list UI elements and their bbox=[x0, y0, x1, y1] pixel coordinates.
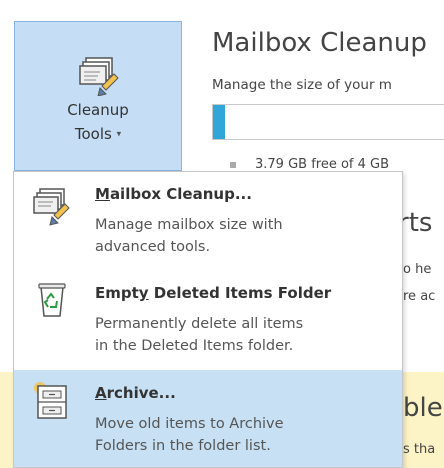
background-text-fragment: o he bbox=[403, 262, 432, 277]
quota-legend-marker bbox=[230, 162, 236, 168]
archive-cabinet-icon bbox=[34, 382, 67, 419]
cleanup-tools-label: Cleanup bbox=[67, 101, 129, 119]
chevron-down-icon: ▾ bbox=[116, 129, 122, 140]
mailbox-cleanup-description: Manage the size of your m bbox=[212, 77, 392, 93]
menu-item-description: Move old items to Archive Folders in the… bbox=[95, 416, 284, 454]
mailbox-quota-fill bbox=[213, 105, 225, 139]
cleanup-tools-dropdown-menu: Mailbox Cleanup... Manage mailbox size w… bbox=[13, 171, 403, 468]
recycle-bin-icon bbox=[38, 283, 66, 317]
background-text-fragment-2: s tha bbox=[403, 442, 436, 457]
menu-item-mailbox-cleanup[interactable]: Mailbox Cleanup... Manage mailbox size w… bbox=[14, 172, 402, 270]
backstage-view: Cleanup Tools ▾ Mailbox Cleanup Manage t… bbox=[0, 0, 444, 468]
menu-item-title: Mailbox Cleanup... bbox=[95, 185, 252, 203]
menu-item-title: Empty Deleted Items Folder bbox=[95, 284, 332, 302]
menu-item-archive[interactable]: Archive... Move old items to Archive Fol… bbox=[14, 370, 402, 467]
background-heading-fragment: rts bbox=[398, 208, 433, 238]
cleanup-tools-button[interactable]: Cleanup Tools ▾ bbox=[14, 21, 182, 171]
mailbox-cleanup-icon bbox=[79, 57, 119, 96]
mailbox-cleanup-icon bbox=[33, 188, 70, 226]
background-text-fragment: re ac bbox=[403, 289, 436, 304]
menu-item-title: Archive... bbox=[95, 384, 176, 402]
menu-item-empty-deleted-items[interactable]: Empty Deleted Items Folder Permanently d… bbox=[14, 270, 402, 370]
mailbox-quota-text: 3.79 GB free of 4 GB bbox=[255, 157, 390, 172]
menu-item-description: Manage mailbox size with advanced tools. bbox=[95, 217, 283, 255]
mailbox-cleanup-heading: Mailbox Cleanup bbox=[212, 28, 427, 58]
menu-item-description: Permanently delete all items in the Dele… bbox=[95, 316, 304, 354]
background-heading-fragment-2: ble bbox=[403, 393, 443, 423]
cleanup-tools-label-2: Tools ▾ bbox=[74, 125, 122, 143]
mailbox-quota-bar bbox=[212, 104, 444, 140]
